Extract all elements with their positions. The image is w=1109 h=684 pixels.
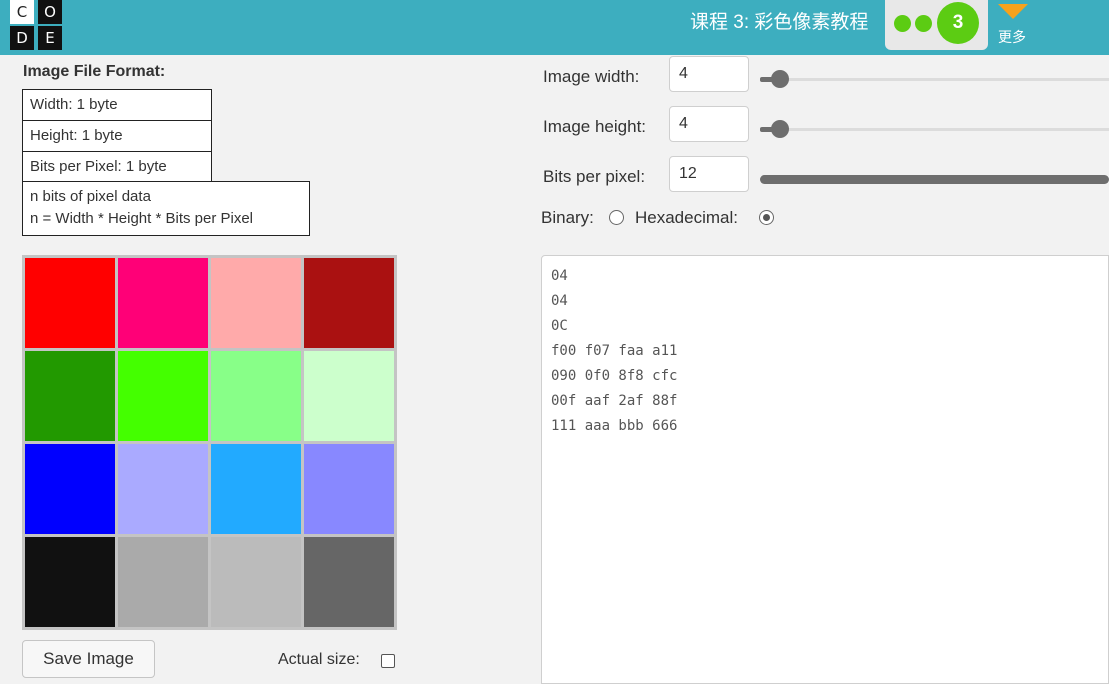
pixel-cell	[304, 258, 394, 348]
app-header: C O D E 课程 3: 彩色像素教程 3 更多	[0, 0, 1109, 55]
pixel-cell	[304, 351, 394, 441]
hex-data-line: 0C	[551, 318, 568, 334]
pixel-cell	[25, 537, 115, 627]
actual-size-checkbox[interactable]	[381, 654, 395, 668]
pixel-cell	[211, 444, 301, 534]
format-bpp-row: Bits per Pixel: 1 byte	[22, 151, 212, 183]
image-width-label: Image width:	[543, 67, 640, 86]
pixel-cell	[211, 258, 301, 348]
code-org-logo[interactable]: C O D E	[10, 0, 66, 50]
format-pixel-data-row: n bits of pixel data n = Width * Height …	[22, 181, 310, 236]
image-height-input[interactable]	[669, 106, 749, 142]
save-image-button[interactable]: Save Image	[22, 640, 155, 678]
pixel-cell	[211, 537, 301, 627]
hex-data-line: 04	[551, 268, 568, 284]
logo-letter-c: C	[10, 0, 34, 24]
pixel-cell	[304, 444, 394, 534]
image-width-slider[interactable]	[760, 70, 1109, 88]
pixel-data-line-2: n = Width * Height * Bits per Pixel	[30, 210, 254, 227]
level-dot-2[interactable]	[915, 15, 932, 32]
bits-per-pixel-input[interactable]	[669, 156, 749, 192]
hexadecimal-radio[interactable]	[759, 210, 774, 225]
pixel-image-preview	[22, 255, 397, 630]
pixel-data-line-1: n bits of pixel data	[30, 188, 151, 205]
logo-letter-o: O	[38, 0, 62, 24]
more-label[interactable]: 更多	[998, 27, 1026, 47]
pixel-cell	[25, 351, 115, 441]
more-arrow-icon[interactable]	[998, 4, 1028, 19]
logo-letter-d: D	[10, 26, 34, 50]
level-dot-1[interactable]	[894, 15, 911, 32]
binary-radio[interactable]	[609, 210, 624, 225]
pixel-cell	[118, 351, 208, 441]
hex-data-line: 090 0f0 8f8 cfc	[551, 368, 678, 384]
bits-per-pixel-label: Bits per pixel:	[543, 167, 646, 186]
current-level-bubble[interactable]: 3	[937, 2, 979, 44]
image-height-slider[interactable]	[760, 120, 1109, 138]
hexadecimal-label: Hexadecimal:	[635, 208, 738, 227]
lesson-title: 课程 3: 彩色像素教程	[690, 12, 869, 33]
pixel-cell	[25, 444, 115, 534]
format-width-row: Width: 1 byte	[22, 89, 212, 121]
hex-data-editor[interactable]: 04 04 0C f00 f07 faa a11 090 0f0 8f8 cfc 00f …	[541, 255, 1109, 684]
image-height-label: Image height:	[543, 117, 647, 136]
pixel-cell	[304, 537, 394, 627]
pixel-cell	[25, 258, 115, 348]
hex-data-line: 04	[551, 293, 568, 309]
pixel-cell	[118, 537, 208, 627]
logo-letter-e: E	[38, 26, 62, 50]
actual-size-label: Actual size:	[278, 651, 360, 668]
file-format-title: Image File Format:	[23, 63, 166, 80]
format-height-row: Height: 1 byte	[22, 120, 212, 152]
pixel-cell	[118, 258, 208, 348]
hex-data-line: f00 f07 faa a11	[551, 343, 678, 359]
pixel-cell	[118, 444, 208, 534]
pixel-cell	[211, 351, 301, 441]
hex-data-line: 111 aaa bbb 666	[551, 418, 678, 434]
image-width-slider-thumb[interactable]	[771, 70, 789, 88]
binary-label: Binary:	[541, 208, 594, 227]
image-width-input[interactable]	[669, 56, 749, 92]
hex-data-line: 00f aaf 2af 88f	[551, 393, 678, 409]
bits-per-pixel-slider[interactable]	[760, 175, 1109, 184]
level-progress: 3	[885, 0, 988, 50]
image-height-slider-thumb[interactable]	[771, 120, 789, 138]
